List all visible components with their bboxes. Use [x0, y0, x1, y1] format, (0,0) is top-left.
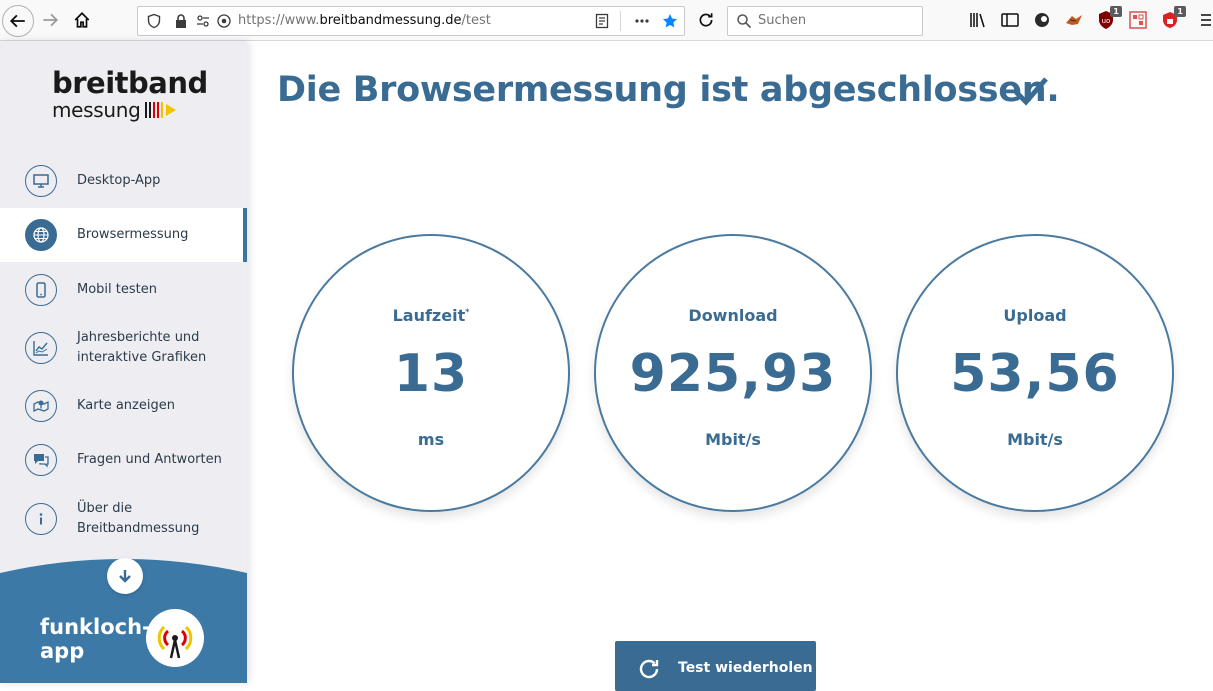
sidebar-item-karte[interactable]: Karte anzeigen	[0, 379, 247, 433]
globe-icon	[25, 219, 57, 251]
forward-arrow-icon	[43, 13, 59, 27]
url-separator	[620, 11, 621, 31]
sidebar-item-label: Jahresberichte und interaktive Grafiken	[77, 330, 207, 365]
gauge-title: Upload	[1003, 306, 1067, 325]
url-host: breitbandmessung.de	[319, 13, 462, 28]
funkloch-app-title: funkloch- app	[40, 615, 151, 663]
permissions-icon[interactable]	[195, 13, 211, 29]
footnote-marker: *	[465, 307, 470, 317]
sidebar-item-jahresberichte[interactable]: Jahresberichte und interaktive Grafiken	[0, 317, 247, 379]
ublock-badge: 1	[1110, 6, 1122, 17]
page-title: Die Browsermessung ist abgeschlossen.	[277, 70, 1060, 110]
shield-icon[interactable]	[146, 13, 162, 29]
bookmark-star-icon[interactable]	[662, 13, 678, 29]
logo-line-2: messung	[52, 98, 141, 122]
gauge-value: 13	[393, 344, 469, 404]
sidebar-item-desktop-app[interactable]: Desktop-App	[0, 153, 247, 209]
menu-icon[interactable]	[1199, 10, 1213, 30]
sidebar-item-faq[interactable]: Fragen und Antworten	[0, 433, 247, 487]
sidebar-item-label: Fragen und Antworten	[77, 452, 222, 467]
url-text[interactable]: https://www.breitbandmessung.de/test	[238, 13, 491, 28]
qr-extension-icon[interactable]	[1128, 10, 1148, 30]
gauge-unit: Mbit/s	[705, 430, 761, 449]
home-button[interactable]	[68, 6, 96, 34]
privacy-extension[interactable]: 1	[1160, 6, 1186, 30]
account-icon[interactable]	[1032, 10, 1052, 30]
logo-line-2-wrap: messung	[52, 99, 208, 121]
sidebar-item-label: Browsermessung	[77, 227, 189, 242]
lock-icon[interactable]	[173, 13, 189, 29]
funkloch-line-1: funkloch-	[40, 615, 151, 639]
reader-view-icon[interactable]	[594, 13, 610, 29]
tracking-icon[interactable]	[216, 13, 232, 29]
reload-button[interactable]	[692, 6, 720, 34]
gauge-value: 53,56	[950, 344, 1120, 404]
checkmark-icon	[1014, 77, 1048, 106]
arrow-down-icon	[119, 570, 131, 583]
download-gauge: Download 925,93 Mbit/s	[594, 234, 872, 512]
funkloch-app-promo[interactable]: funkloch- app	[0, 553, 247, 683]
logo-arrow-icon	[165, 104, 176, 116]
sidebar-item-mobil-testen[interactable]: Mobil testen	[0, 263, 247, 317]
back-arrow-icon	[9, 14, 25, 28]
library-icon[interactable]	[968, 10, 988, 30]
chat-icon	[25, 444, 57, 476]
funkloch-line-2: app	[40, 639, 85, 663]
funkloch-logo	[146, 609, 204, 667]
forward-button[interactable]	[36, 6, 64, 34]
info-icon	[25, 503, 57, 535]
laufzeit-gauge: Laufzeit* 13 ms	[292, 234, 570, 512]
gauge-unit: Mbit/s	[1007, 430, 1063, 449]
sidebar-item-label: Mobil testen	[77, 282, 157, 297]
scroll-down-button[interactable]	[107, 558, 143, 594]
ublock-extension[interactable]: uo 1	[1096, 6, 1122, 30]
repeat-test-button[interactable]: Test wiederholen	[615, 641, 816, 691]
address-bar[interactable]: https://www.breitbandmessung.de/test	[137, 6, 685, 36]
home-icon	[74, 12, 90, 28]
breitbandmessung-logo[interactable]: breitband messung	[52, 67, 208, 121]
extension-fox-icon[interactable]	[1064, 10, 1084, 30]
sidebar-item-ueber[interactable]: Über die Breitbandmessung	[0, 487, 247, 551]
search-icon	[737, 14, 752, 29]
search-placeholder: Suchen	[758, 13, 807, 28]
back-button[interactable]	[2, 5, 34, 37]
sidebar-toggle-icon[interactable]	[1000, 10, 1020, 30]
logo-line-1: breitband	[52, 66, 208, 100]
chart-icon	[25, 332, 57, 364]
sidebar-item-label: Über die Breitbandmessung	[77, 501, 200, 536]
monitor-icon	[25, 165, 57, 197]
refresh-icon	[639, 659, 659, 679]
phone-icon	[25, 274, 57, 306]
antenna-icon	[157, 625, 193, 659]
privacy-badge: 1	[1174, 6, 1186, 17]
logo-flag-bars	[144, 102, 163, 118]
gauge-title: Download	[688, 306, 778, 325]
repeat-test-label: Test wiederholen	[678, 660, 813, 676]
reload-icon	[699, 13, 713, 27]
sidebar: breitband messung Desktop-App Browsermes…	[0, 41, 247, 683]
url-path: /test	[461, 13, 491, 28]
upload-gauge: Upload 53,56 Mbit/s	[896, 234, 1174, 512]
svg-text:uo: uo	[1102, 17, 1111, 25]
browser-toolbar: https://www.breitbandmessung.de/test Suc…	[0, 0, 1213, 41]
gauge-value: 925,93	[629, 344, 837, 404]
sidebar-item-label: Desktop-App	[77, 173, 161, 188]
gauge-title: Laufzeit*	[294, 306, 568, 325]
map-icon	[25, 390, 57, 422]
sidebar-item-label: Karte anzeigen	[77, 398, 175, 413]
sidebar-item-browsermessung[interactable]: Browsermessung	[0, 208, 247, 262]
more-actions-icon[interactable]	[634, 13, 650, 29]
url-prefix: https://www.	[238, 13, 320, 28]
gauge-title-text: Laufzeit	[392, 306, 466, 325]
search-bar[interactable]: Suchen	[727, 6, 923, 36]
gauge-unit: ms	[417, 430, 445, 449]
